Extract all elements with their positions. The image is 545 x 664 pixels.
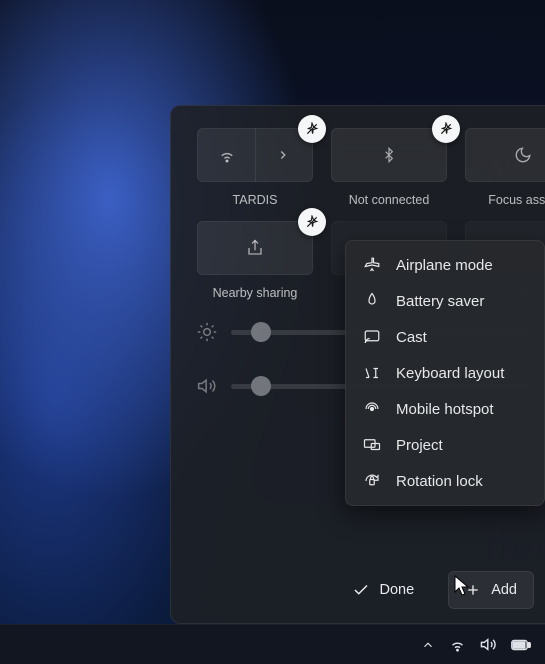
plus-icon (465, 582, 481, 598)
wifi-button[interactable] (197, 128, 313, 182)
dropdown-item-label: Project (396, 437, 443, 454)
dropdown-item-label: Keyboard layout (396, 365, 504, 382)
focus-assist-label: Focus assist (488, 193, 545, 207)
project-icon (362, 436, 382, 454)
taskbar (0, 624, 545, 664)
unpin-nearby-button[interactable] (298, 208, 326, 236)
wifi-icon (210, 146, 245, 164)
tray-wifi-icon[interactable] (449, 636, 466, 653)
battery-saver-icon (362, 292, 382, 310)
brightness-icon (197, 322, 217, 342)
dropdown-item-keyboard[interactable]: Keyboard layout (346, 355, 544, 391)
bluetooth-button[interactable] (331, 128, 447, 182)
dropdown-item-label: Airplane mode (396, 257, 493, 274)
moon-icon (514, 146, 532, 164)
focus-assist-tile: Focus assist (465, 128, 545, 207)
nearby-sharing-label: Nearby sharing (213, 286, 298, 300)
wifi-label: TARDIS (233, 193, 278, 207)
cast-icon (362, 328, 382, 346)
check-icon (352, 581, 370, 599)
add-dropdown-menu: Airplane mode Battery saver Cast Keyboar… (345, 240, 545, 506)
dropdown-item-cast[interactable]: Cast (346, 319, 544, 355)
dropdown-item-label: Mobile hotspot (396, 401, 494, 418)
airplane-icon (362, 256, 382, 274)
system-tray (421, 636, 531, 653)
focus-assist-button[interactable] (465, 128, 545, 182)
tray-speaker-icon[interactable] (480, 636, 497, 653)
hotspot-icon (362, 400, 382, 418)
dropdown-item-project[interactable]: Project (346, 427, 544, 463)
dropdown-item-airplane[interactable]: Airplane mode (346, 247, 544, 283)
done-button[interactable]: Done (336, 571, 431, 609)
bluetooth-icon (381, 145, 397, 165)
nearby-sharing-tile: Nearby sharing (197, 221, 313, 300)
done-label: Done (380, 582, 415, 598)
dropdown-item-label: Rotation lock (396, 473, 483, 490)
dropdown-item-label: Cast (396, 329, 427, 346)
wifi-expand-icon[interactable] (266, 148, 301, 162)
bluetooth-label: Not connected (349, 193, 430, 207)
dropdown-item-rotation[interactable]: Rotation lock (346, 463, 544, 499)
unpin-wifi-button[interactable] (298, 115, 326, 143)
share-icon (246, 239, 264, 257)
dropdown-item-battery-saver[interactable]: Battery saver (346, 283, 544, 319)
dropdown-item-hotspot[interactable]: Mobile hotspot (346, 391, 544, 427)
dropdown-item-label: Battery saver (396, 293, 484, 310)
add-label: Add (491, 582, 517, 598)
tray-chevron-up-icon[interactable] (421, 638, 435, 652)
nearby-sharing-button[interactable] (197, 221, 313, 275)
panel-footer: Done Add (197, 561, 534, 609)
tray-battery-icon[interactable] (511, 638, 531, 652)
add-button[interactable]: Add (448, 571, 534, 609)
keyboard-icon (362, 364, 382, 382)
speaker-icon (197, 376, 217, 396)
wifi-tile: TARDIS (197, 128, 313, 207)
bluetooth-tile: Not connected (331, 128, 447, 207)
unpin-bluetooth-button[interactable] (432, 115, 460, 143)
rotation-lock-icon (362, 472, 382, 490)
